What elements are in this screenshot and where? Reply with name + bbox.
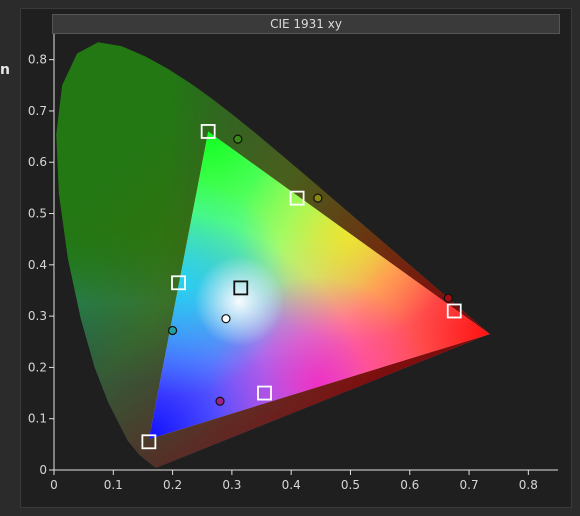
y-tick-label: 0.7 bbox=[28, 104, 47, 118]
y-tick-label: 0.2 bbox=[28, 360, 47, 374]
y-tick-label: 0.1 bbox=[28, 412, 47, 426]
measured-point bbox=[167, 325, 178, 336]
x-tick-label: 0.1 bbox=[104, 478, 123, 492]
measured-point bbox=[221, 314, 231, 324]
y-tick-label: 0.5 bbox=[28, 207, 47, 221]
y-tick-label: 0.4 bbox=[28, 258, 47, 272]
x-tick-label: 0.6 bbox=[400, 478, 419, 492]
y-tick-label: 0.8 bbox=[28, 53, 47, 67]
x-tick-label: 0.5 bbox=[341, 478, 360, 492]
x-tick-label: 0 bbox=[50, 478, 58, 492]
x-tick-label: 0.8 bbox=[519, 478, 538, 492]
x-tick-label: 0.3 bbox=[222, 478, 241, 492]
x-tick-label: 0.7 bbox=[460, 478, 479, 492]
y-tick-label: 0.6 bbox=[28, 155, 47, 169]
x-tick-label: 0.4 bbox=[282, 478, 301, 492]
measured-point bbox=[215, 396, 225, 406]
cie-chart: 0 0.1 0.2 0.3 0.4 0.5 0.6 0.7 0.8 0 0.1 0.2 0.3 0.4 0.… bbox=[28, 34, 558, 492]
measured-point bbox=[443, 293, 453, 303]
measured-point bbox=[233, 134, 243, 144]
x-tick-label: 0.2 bbox=[163, 478, 182, 492]
measured-point bbox=[313, 193, 323, 203]
y-tick-label: 0.3 bbox=[28, 309, 47, 323]
y-tick-label: 0 bbox=[39, 463, 47, 477]
